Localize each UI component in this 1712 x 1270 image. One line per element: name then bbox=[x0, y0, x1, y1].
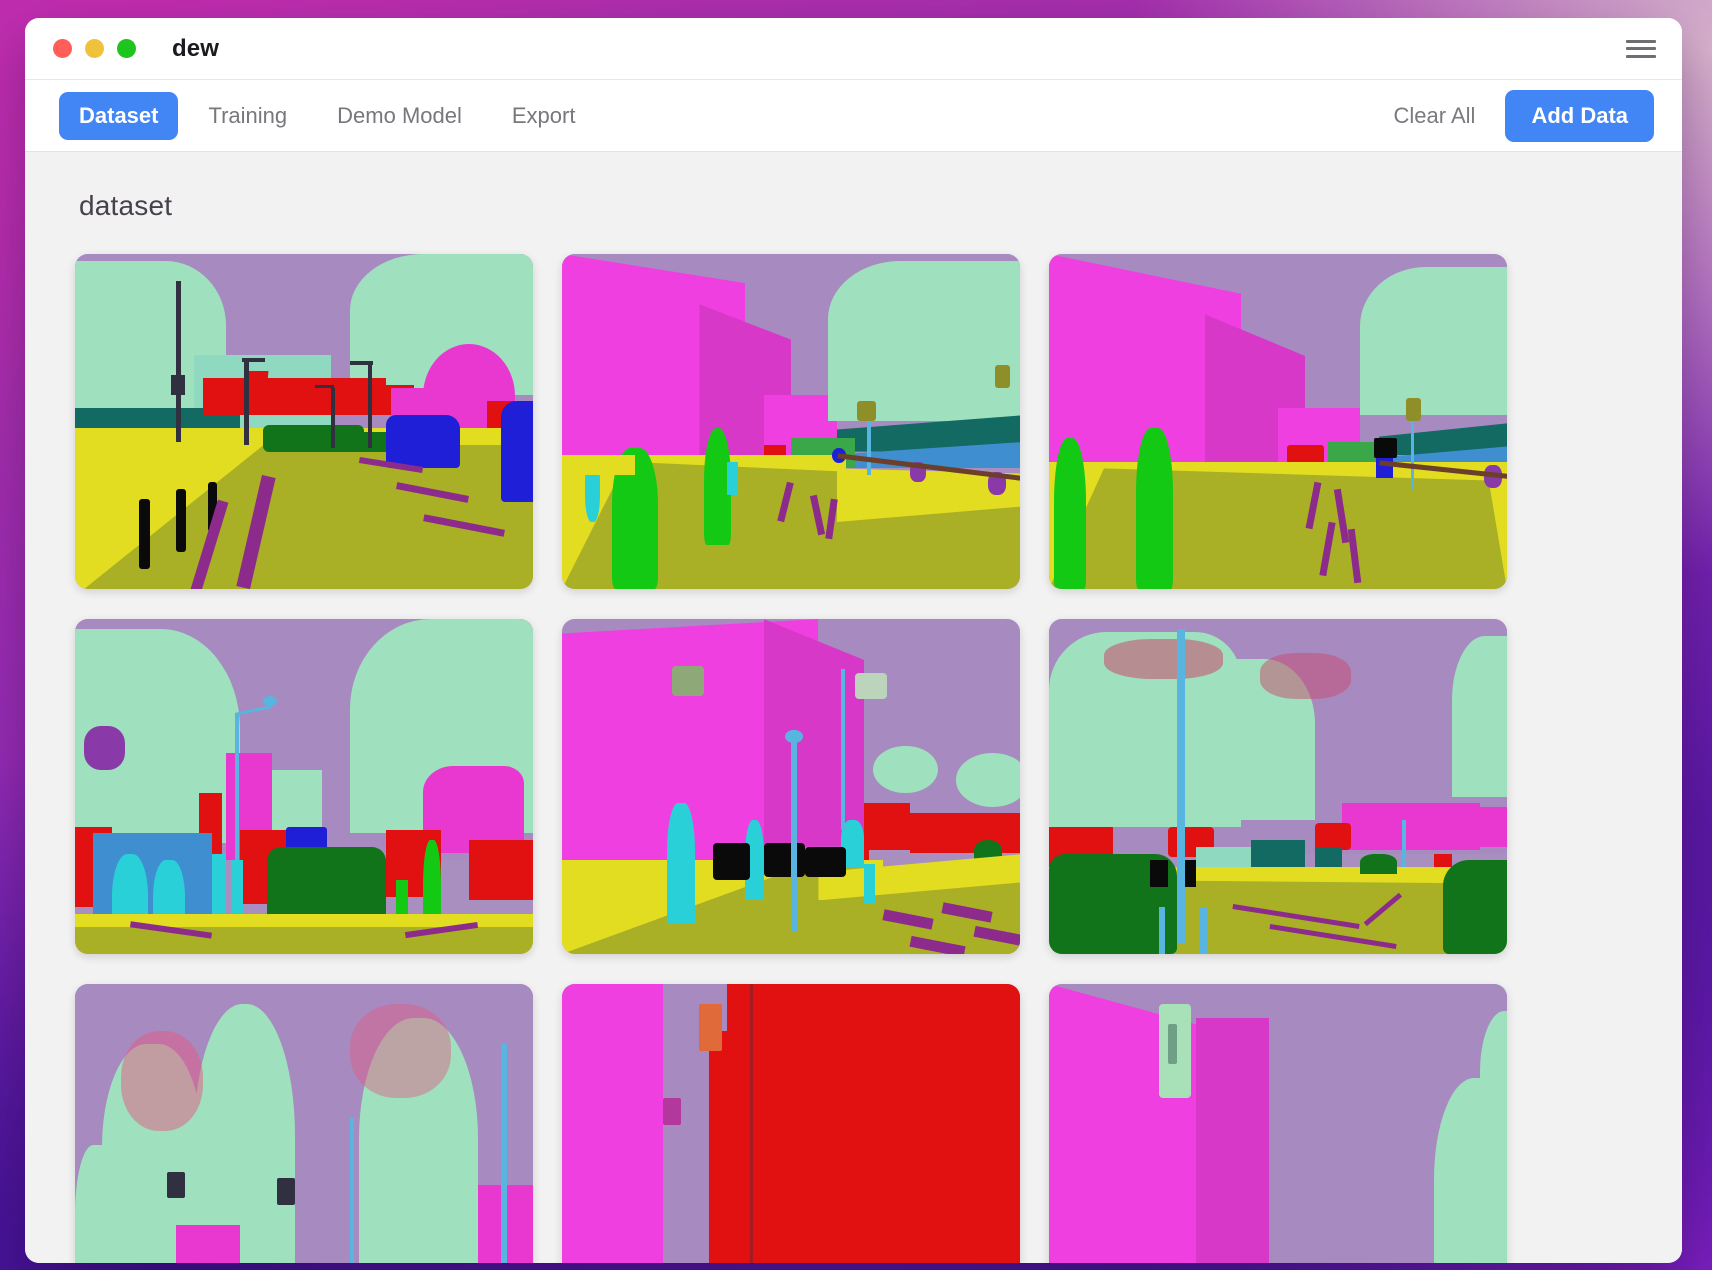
minimize-window-button[interactable] bbox=[85, 39, 104, 58]
nav-tabs: Dataset Training Demo Model Export bbox=[59, 92, 595, 140]
tab-export[interactable]: Export bbox=[492, 92, 596, 140]
main-toolbar: Dataset Training Demo Model Export Clear… bbox=[25, 80, 1682, 152]
dataset-grid bbox=[25, 254, 1682, 1263]
clear-all-button[interactable]: Clear All bbox=[1390, 97, 1480, 135]
maximize-window-button[interactable] bbox=[117, 39, 136, 58]
dataset-thumbnail-4[interactable] bbox=[75, 619, 533, 954]
tab-dataset[interactable]: Dataset bbox=[59, 92, 178, 140]
close-window-button[interactable] bbox=[53, 39, 72, 58]
page-title: dataset bbox=[25, 190, 1682, 222]
tab-training[interactable]: Training bbox=[188, 92, 307, 140]
app-title: dew bbox=[172, 35, 219, 63]
dataset-thumbnail-7[interactable] bbox=[75, 984, 533, 1263]
toolbar-actions: Clear All Add Data bbox=[1390, 90, 1654, 142]
dataset-thumbnail-2[interactable] bbox=[562, 254, 1020, 589]
dataset-thumbnail-3[interactable] bbox=[1049, 254, 1507, 589]
title-bar: dew bbox=[25, 18, 1682, 80]
add-data-button[interactable]: Add Data bbox=[1505, 90, 1654, 142]
app-window: dew Dataset Training Demo Model Export C… bbox=[25, 18, 1682, 1263]
dataset-thumbnail-1[interactable] bbox=[75, 254, 533, 589]
hamburger-icon[interactable] bbox=[1626, 38, 1656, 60]
dataset-thumbnail-9[interactable] bbox=[1049, 984, 1507, 1263]
dataset-thumbnail-8[interactable] bbox=[562, 984, 1020, 1263]
dataset-content: dataset bbox=[25, 152, 1682, 1263]
dataset-thumbnail-6[interactable] bbox=[1049, 619, 1507, 954]
dataset-thumbnail-5[interactable] bbox=[562, 619, 1020, 954]
tab-demo-model[interactable]: Demo Model bbox=[317, 92, 482, 140]
traffic-lights bbox=[53, 39, 136, 58]
